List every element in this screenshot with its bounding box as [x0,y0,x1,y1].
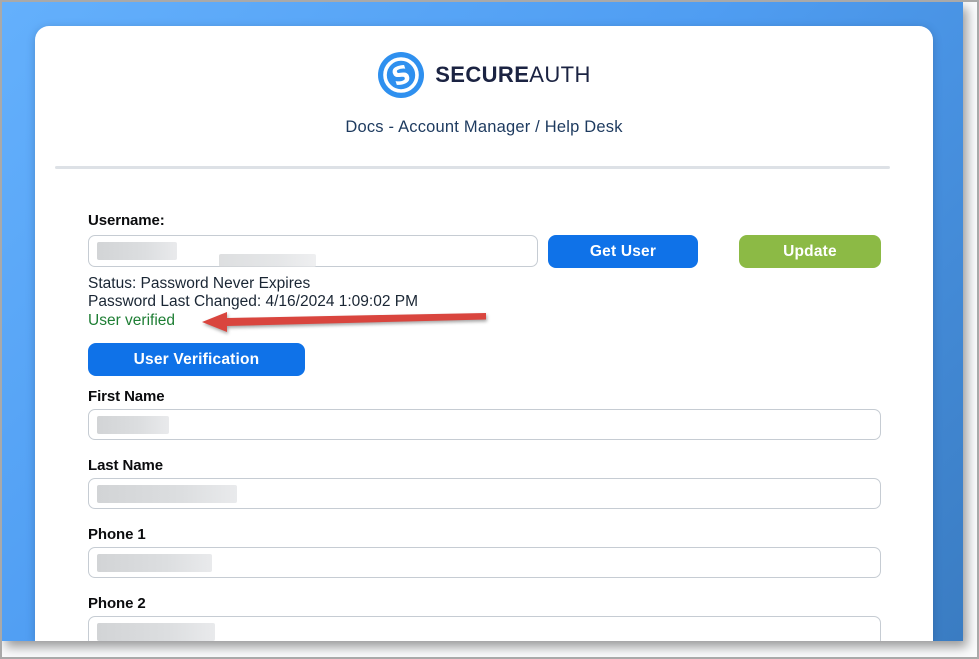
status-line-password-changed: Password Last Changed: 4/16/2024 1:09:02… [88,293,881,311]
username-input[interactable] [88,235,538,267]
get-user-button[interactable]: Get User [548,235,698,268]
screenshot-frame: S SECUREAUTH Docs - Account Manager / He… [0,0,979,659]
page-title: Docs - Account Manager / Help Desk [35,118,933,137]
brand-header: S SECUREAUTH [35,51,933,99]
field-group-phone-2: Phone 2 [88,595,881,641]
last-name-label: Last Name [88,457,881,474]
field-group-last-name: Last Name [88,457,881,509]
user-verified-text: User verified [88,312,175,329]
wordmark-secure: SECURE [435,62,529,87]
redacted-first-name-value [97,416,169,434]
header-divider [55,166,890,169]
phone-2-input[interactable] [88,616,881,641]
secureauth-logo-icon: S [377,51,425,99]
redacted-last-name-value [97,485,237,503]
update-button[interactable]: Update [739,235,881,268]
verified-row: User verified [88,312,881,330]
content-card: S SECUREAUTH Docs - Account Manager / He… [35,26,933,641]
phone-1-label: Phone 1 [88,526,881,543]
red-arrow-annotation-icon [200,309,490,333]
redacted-username-value-2 [219,254,316,267]
redacted-username-value [97,242,177,260]
redacted-phone-2-value [97,623,215,641]
status-block: Status: Password Never Expires Password … [88,275,881,310]
account-form: Username: Get User Update Status: Passwo… [35,212,933,641]
username-label: Username: [88,212,881,229]
wordmark-auth: AUTH [529,62,591,87]
brand-wordmark: SECUREAUTH [435,62,591,88]
status-line-expiry: Status: Password Never Expires [88,275,881,293]
user-verification-button[interactable]: User Verification [88,343,305,376]
field-group-phone-1: Phone 1 [88,526,881,578]
first-name-input[interactable] [88,409,881,440]
phone-1-input[interactable] [88,547,881,578]
username-row: Get User Update [88,235,881,268]
app-window: S SECUREAUTH Docs - Account Manager / He… [2,2,963,641]
first-name-label: First Name [88,388,881,405]
redacted-phone-1-value [97,554,212,572]
field-group-first-name: First Name [88,388,881,440]
phone-2-label: Phone 2 [88,595,881,612]
last-name-input[interactable] [88,478,881,509]
